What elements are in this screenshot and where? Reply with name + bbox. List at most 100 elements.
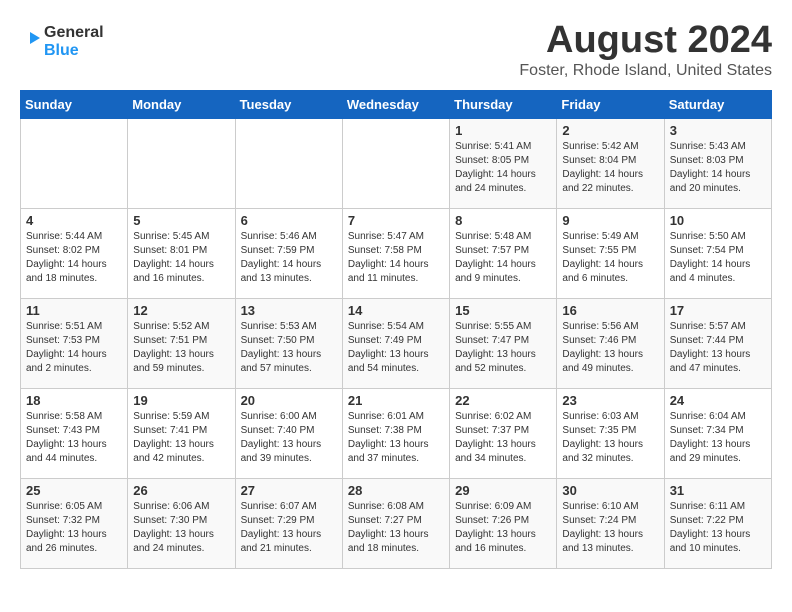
day-header-sunday: Sunday	[21, 90, 128, 118]
day-number: 28	[348, 483, 444, 498]
day-info: Sunrise: 6:07 AM Sunset: 7:29 PM Dayligh…	[241, 500, 337, 556]
day-info: Sunrise: 6:01 AM Sunset: 7:38 PM Dayligh…	[348, 410, 444, 466]
day-info: Sunrise: 5:44 AM Sunset: 8:02 PM Dayligh…	[26, 230, 122, 286]
day-info: Sunrise: 5:54 AM Sunset: 7:49 PM Dayligh…	[348, 320, 444, 376]
day-info: Sunrise: 5:47 AM Sunset: 7:58 PM Dayligh…	[348, 230, 444, 286]
day-number: 27	[241, 483, 337, 498]
day-number: 4	[26, 213, 122, 228]
day-number: 1	[455, 123, 551, 138]
day-number: 19	[133, 393, 229, 408]
day-info: Sunrise: 6:08 AM Sunset: 7:27 PM Dayligh…	[348, 500, 444, 556]
week-row-3: 11Sunrise: 5:51 AM Sunset: 7:53 PM Dayli…	[21, 298, 772, 388]
day-info: Sunrise: 5:52 AM Sunset: 7:51 PM Dayligh…	[133, 320, 229, 376]
calendar-cell: 1 Sunrise: 5:41 AM Sunset: 8:05 PM Daylig…	[450, 118, 557, 208]
day-info: Sunrise: 6:00 AM Sunset: 7:40 PM Dayligh…	[241, 410, 337, 466]
calendar-cell: 26Sunrise: 6:06 AM Sunset: 7:30 PM Dayli…	[128, 478, 235, 568]
calendar-cell: 8 Sunrise: 5:48 AM Sunset: 7:57 PM Daylig…	[450, 208, 557, 298]
calendar-cell	[235, 118, 342, 208]
day-info: Sunrise: 5:41 AM Sunset: 8:05 PM Dayligh…	[455, 140, 551, 196]
calendar-cell: 3Sunrise: 5:43 AM Sunset: 8:03 PM Daylig…	[664, 118, 771, 208]
calendar-cell: 30 Sunrise: 6:10 AM Sunset: 7:24 PM Dayli…	[557, 478, 664, 568]
calendar-cell: 16 Sunrise: 5:56 AM Sunset: 7:46 PM Dayli…	[557, 298, 664, 388]
day-number: 14	[348, 303, 444, 318]
day-info: Sunrise: 5:56 AM Sunset: 7:46 PM Dayligh…	[562, 320, 658, 376]
day-info: Sunrise: 6:03 AM Sunset: 7:35 PM Dayligh…	[562, 410, 658, 466]
day-info: Sunrise: 6:11 AM Sunset: 7:22 PM Dayligh…	[670, 500, 766, 556]
calendar-subtitle: Foster, Rhode Island, United States	[519, 62, 772, 80]
day-info: Sunrise: 5:48 AM Sunset: 7:57 PM Dayligh…	[455, 230, 551, 286]
calendar-table: SundayMondayTuesdayWednesdayThursdayFrid…	[20, 90, 772, 569]
day-info: Sunrise: 5:53 AM Sunset: 7:50 PM Dayligh…	[241, 320, 337, 376]
day-number: 16	[562, 303, 658, 318]
day-number: 20	[241, 393, 337, 408]
day-header-monday: Monday	[128, 90, 235, 118]
day-info: Sunrise: 5:58 AM Sunset: 7:43 PM Dayligh…	[26, 410, 122, 466]
logo: General Blue	[20, 24, 104, 59]
calendar-cell: 20 Sunrise: 6:00 AM Sunset: 7:40 PM Dayli…	[235, 388, 342, 478]
day-number: 2	[562, 123, 658, 138]
day-header-tuesday: Tuesday	[235, 90, 342, 118]
logo-blue-text: Blue	[44, 42, 104, 60]
day-info: Sunrise: 6:04 AM Sunset: 7:34 PM Dayligh…	[670, 410, 766, 466]
calendar-cell: 4 Sunrise: 5:44 AM Sunset: 8:02 PM Daylig…	[21, 208, 128, 298]
calendar-cell: 23 Sunrise: 6:03 AM Sunset: 7:35 PM Dayli…	[557, 388, 664, 478]
calendar-cell: 24 Sunrise: 6:04 AM Sunset: 7:34 PM Dayli…	[664, 388, 771, 478]
calendar-cell: 2 Sunrise: 5:42 AM Sunset: 8:04 PM Daylig…	[557, 118, 664, 208]
calendar-cell: 12 Sunrise: 5:52 AM Sunset: 7:51 PM Dayli…	[128, 298, 235, 388]
day-number: 23	[562, 393, 658, 408]
day-number: 17	[670, 303, 766, 318]
calendar-cell: 15Sunrise: 5:55 AM Sunset: 7:47 PM Dayli…	[450, 298, 557, 388]
day-number: 12	[133, 303, 229, 318]
calendar-cell: 29Sunrise: 6:09 AM Sunset: 7:26 PM Dayli…	[450, 478, 557, 568]
week-row-1: 1 Sunrise: 5:41 AM Sunset: 8:05 PM Daylig…	[21, 118, 772, 208]
calendar-cell: 5 Sunrise: 5:45 AM Sunset: 8:01 PM Daylig…	[128, 208, 235, 298]
title-block: August 2024 Foster, Rhode Island, United…	[519, 20, 772, 80]
day-number: 26	[133, 483, 229, 498]
calendar-cell: 9Sunrise: 5:49 AM Sunset: 7:55 PM Daylig…	[557, 208, 664, 298]
day-info: Sunrise: 5:46 AM Sunset: 7:59 PM Dayligh…	[241, 230, 337, 286]
page-header: General Blue August 2024 Foster, Rhode I…	[20, 20, 772, 80]
calendar-cell: 25Sunrise: 6:05 AM Sunset: 7:32 PM Dayli…	[21, 478, 128, 568]
week-row-5: 25Sunrise: 6:05 AM Sunset: 7:32 PM Dayli…	[21, 478, 772, 568]
week-row-2: 4 Sunrise: 5:44 AM Sunset: 8:02 PM Daylig…	[21, 208, 772, 298]
day-number: 9	[562, 213, 658, 228]
day-info: Sunrise: 6:10 AM Sunset: 7:24 PM Dayligh…	[562, 500, 658, 556]
day-number: 13	[241, 303, 337, 318]
calendar-cell: 28 Sunrise: 6:08 AM Sunset: 7:27 PM Dayli…	[342, 478, 449, 568]
calendar-cell: 22Sunrise: 6:02 AM Sunset: 7:37 PM Dayli…	[450, 388, 557, 478]
day-header-saturday: Saturday	[664, 90, 771, 118]
day-info: Sunrise: 5:45 AM Sunset: 8:01 PM Dayligh…	[133, 230, 229, 286]
day-info: Sunrise: 5:42 AM Sunset: 8:04 PM Dayligh…	[562, 140, 658, 196]
week-row-4: 18Sunrise: 5:58 AM Sunset: 7:43 PM Dayli…	[21, 388, 772, 478]
day-number: 15	[455, 303, 551, 318]
calendar-title: August 2024	[519, 20, 772, 62]
day-info: Sunrise: 5:43 AM Sunset: 8:03 PM Dayligh…	[670, 140, 766, 196]
day-header-friday: Friday	[557, 90, 664, 118]
day-info: Sunrise: 5:57 AM Sunset: 7:44 PM Dayligh…	[670, 320, 766, 376]
day-number: 8	[455, 213, 551, 228]
day-header-thursday: Thursday	[450, 90, 557, 118]
day-number: 6	[241, 213, 337, 228]
day-header-wednesday: Wednesday	[342, 90, 449, 118]
day-number: 10	[670, 213, 766, 228]
calendar-cell: 13 Sunrise: 5:53 AM Sunset: 7:50 PM Dayli…	[235, 298, 342, 388]
day-number: 30	[562, 483, 658, 498]
day-number: 5	[133, 213, 229, 228]
logo-general-text: General	[44, 24, 104, 42]
calendar-cell	[128, 118, 235, 208]
calendar-cell: 6 Sunrise: 5:46 AM Sunset: 7:59 PM Daylig…	[235, 208, 342, 298]
calendar-cell: 10 Sunrise: 5:50 AM Sunset: 7:54 PM Dayli…	[664, 208, 771, 298]
calendar-cell	[21, 118, 128, 208]
day-info: Sunrise: 5:50 AM Sunset: 7:54 PM Dayligh…	[670, 230, 766, 286]
calendar-cell: 31Sunrise: 6:11 AM Sunset: 7:22 PM Dayli…	[664, 478, 771, 568]
calendar-cell: 27 Sunrise: 6:07 AM Sunset: 7:29 PM Dayli…	[235, 478, 342, 568]
calendar-cell: 14 Sunrise: 5:54 AM Sunset: 7:49 PM Dayli…	[342, 298, 449, 388]
day-number: 22	[455, 393, 551, 408]
calendar-cell: 18Sunrise: 5:58 AM Sunset: 7:43 PM Dayli…	[21, 388, 128, 478]
day-number: 24	[670, 393, 766, 408]
day-number: 21	[348, 393, 444, 408]
day-info: Sunrise: 5:59 AM Sunset: 7:41 PM Dayligh…	[133, 410, 229, 466]
calendar-cell	[342, 118, 449, 208]
calendar-cell: 19 Sunrise: 5:59 AM Sunset: 7:41 PM Dayli…	[128, 388, 235, 478]
calendar-cell: 11Sunrise: 5:51 AM Sunset: 7:53 PM Dayli…	[21, 298, 128, 388]
